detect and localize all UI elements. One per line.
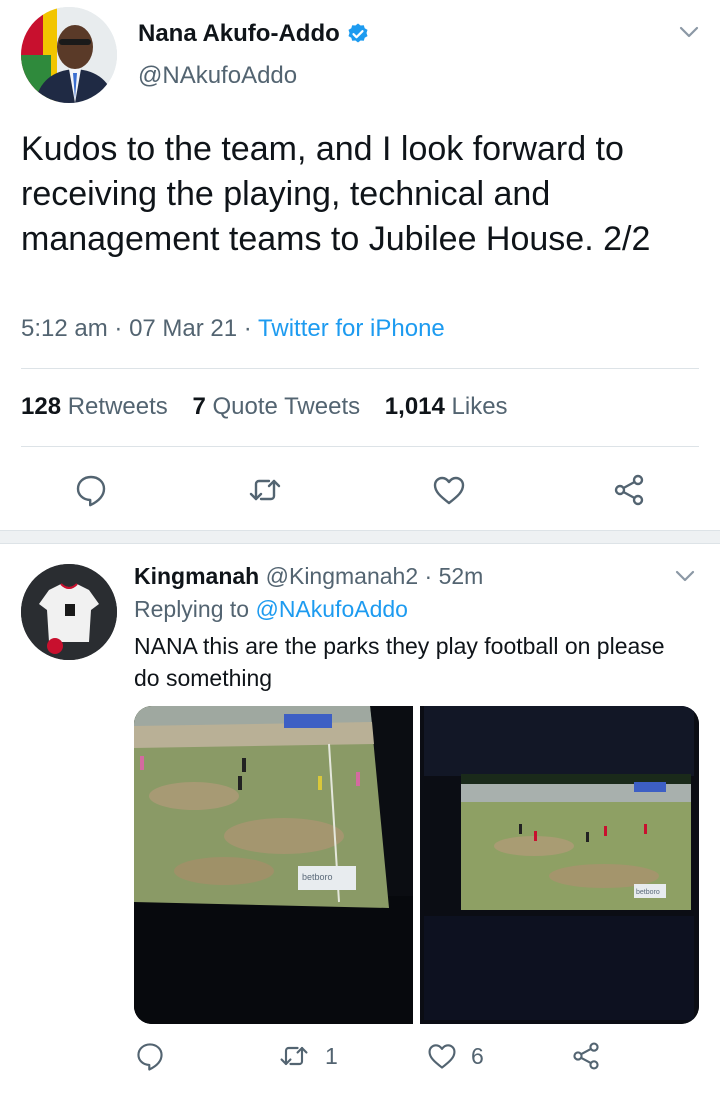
retweets-stat[interactable]: 128 Retweets (21, 393, 168, 420)
retweets-label: Retweets (67, 393, 168, 420)
reply-retweet-count: 1 (325, 1043, 338, 1069)
media-photo-1[interactable]: betboro (134, 706, 413, 1024)
reply-tweet[interactable]: Kingmanah @Kingmanah2 · 52m Replying to … (0, 544, 720, 1094)
reply-actions: 1 6 (0, 1036, 720, 1080)
tweet-date: 07 Mar 21 (129, 315, 238, 342)
reply-icon[interactable] (73, 472, 109, 508)
quotes-label: Quote Tweets (212, 393, 361, 420)
replying-to: Replying to @NAkufoAddo (134, 596, 408, 623)
retweet-icon[interactable] (247, 472, 283, 508)
reply-separator: · (424, 563, 433, 589)
likes-stat[interactable]: 1,014 Likes (385, 393, 508, 420)
section-divider (0, 530, 720, 544)
tweet-text: Kudos to the team, and I look forward to… (21, 130, 651, 258)
media-overlay-logo: betboro (302, 872, 333, 882)
media-photo-2[interactable]: betboro (420, 706, 699, 1024)
quotes-count: 7 (192, 393, 206, 420)
reply-icon[interactable] (134, 1040, 166, 1072)
likes-count: 1,014 (384, 393, 445, 420)
chevron-down-icon[interactable] (672, 566, 698, 586)
replying-to-label: Replying to (134, 596, 250, 622)
chevron-down-icon[interactable] (676, 22, 702, 42)
meta-separator: · (114, 315, 130, 342)
media-overlay-logo: betboro (636, 889, 660, 896)
divider (21, 368, 699, 369)
reply-text: NANA this are the parks they play footba… (134, 633, 665, 691)
reply-author-handle[interactable]: @Kingmanah2 (266, 563, 419, 589)
media-gap (413, 706, 420, 1024)
reply-author-avatar[interactable] (21, 564, 117, 660)
share-icon[interactable] (570, 1040, 602, 1072)
replying-to-mention[interactable]: @NAkufoAddo (255, 596, 408, 622)
share-icon[interactable] (611, 472, 647, 508)
quote-tweets-stat[interactable]: 7 Quote Tweets (192, 393, 360, 420)
reply-like-count: 6 (471, 1043, 484, 1069)
verified-badge-icon (348, 23, 368, 43)
meta-separator: · (243, 315, 259, 342)
main-tweet: Nana Akufo-Addo @NAkufoAddo Kudos to the… (0, 0, 720, 530)
author-name[interactable]: Nana Akufo-Addo (138, 20, 340, 48)
tweet-stats: 128 Retweets 7 Quote Tweets 1,014 Likes (21, 393, 526, 421)
reply-author-name[interactable]: Kingmanah (134, 563, 259, 589)
retweet-icon[interactable] (278, 1040, 310, 1072)
likes-label: Likes (451, 393, 508, 420)
reply-age: 52m (438, 563, 484, 589)
media-grid[interactable]: betboro betboro (134, 706, 699, 1024)
divider (21, 446, 699, 447)
like-icon[interactable] (426, 1040, 458, 1072)
tweet-time: 5:12 am (21, 315, 108, 342)
tweet-source-link[interactable]: Twitter for iPhone (258, 315, 445, 342)
author-avatar[interactable] (21, 7, 117, 103)
author-handle[interactable]: @NAkufoAddo (138, 62, 297, 90)
reply-header: Kingmanah @Kingmanah2 · 52m (134, 563, 483, 590)
retweets-count: 128 (21, 393, 62, 420)
like-icon[interactable] (431, 472, 467, 508)
tweet-meta: 5:12 am · 07 Mar 21 · Twitter for iPhone (21, 315, 445, 343)
